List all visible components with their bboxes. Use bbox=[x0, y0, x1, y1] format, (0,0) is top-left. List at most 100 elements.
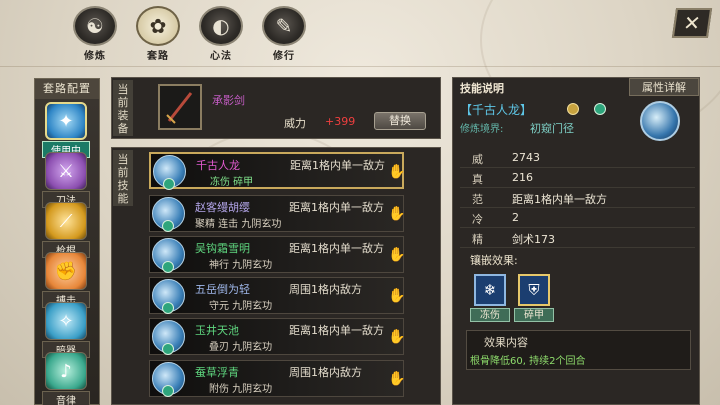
skill-large-icon bbox=[640, 101, 680, 141]
yin-yang-icon: ◐ bbox=[199, 6, 243, 46]
skill-row[interactable]: 吴钩霜雪明 神行 九阴玄功 距离1格内单一敌方 bbox=[149, 236, 404, 273]
skill-range: 距离1格内单一敌方 bbox=[290, 159, 385, 172]
skill-range: 周围1格内敌方 bbox=[289, 366, 362, 379]
effect-text: 根骨降低60, 持续2个回合 bbox=[470, 356, 586, 367]
stat-row: 范 距离1格内单一敌方 bbox=[460, 189, 695, 208]
lotus-icon: ✿ bbox=[136, 6, 180, 46]
swap-button[interactable]: 替换 bbox=[374, 112, 426, 130]
stat-key: 威 bbox=[472, 153, 483, 166]
close-button[interactable]: ✕ bbox=[671, 8, 713, 38]
shield-break-icon: ⛨ bbox=[528, 281, 540, 299]
tab-label: 修炼 bbox=[84, 51, 106, 62]
drag-handle-icon[interactable]: ✋ bbox=[384, 242, 410, 268]
skill-row[interactable]: 千古人龙 冻伤 碎甲 距离1格内单一敌方 bbox=[149, 152, 404, 190]
skill-effects: 神行 九阴玄功 bbox=[209, 260, 273, 271]
weapon-slot[interactable] bbox=[158, 84, 202, 130]
stat-key: 真 bbox=[472, 173, 483, 186]
stat-row: 冷 2 bbox=[460, 209, 695, 228]
skill-name: 赵客缦胡缨 bbox=[195, 201, 250, 214]
sidebar-title: 套路配置 bbox=[35, 79, 99, 99]
grade-badge-icon bbox=[162, 343, 174, 355]
effect-title: 效果内容 bbox=[484, 336, 528, 349]
header-divider bbox=[0, 66, 720, 67]
skill-row[interactable]: 赵客缦胡缨 聚精 连击 九阴玄功 距离1格内单一敌方 bbox=[149, 195, 404, 232]
skill-range: 距离1格内单一敌方 bbox=[289, 201, 384, 214]
detail-skill-name: 【千古人龙】 bbox=[460, 103, 533, 117]
stat-value: 2743 bbox=[512, 151, 540, 164]
tab-routines[interactable]: ✿ 套路 bbox=[133, 6, 183, 62]
tab-training[interactable]: ☯ 修炼 bbox=[70, 6, 120, 62]
gem-slot[interactable]: ⛨ bbox=[518, 274, 550, 306]
skill-name: 蚕草浮青 bbox=[195, 366, 239, 379]
skill-effects: 冻伤 碎甲 bbox=[210, 177, 254, 188]
skill-name: 五岳倒为轻 bbox=[195, 283, 250, 296]
stat-key: 冷 bbox=[472, 213, 483, 226]
grade-badge-icon bbox=[162, 302, 174, 314]
stat-value: 2 bbox=[512, 211, 519, 224]
skill-range: 距离1格内单一敌方 bbox=[289, 242, 384, 255]
stat-value: 距离1格内单一敌方 bbox=[512, 193, 607, 206]
grade-badge-icon bbox=[162, 385, 174, 397]
snowflake-icon: ❄ bbox=[483, 281, 497, 299]
skill-range: 周围1格内敌方 bbox=[289, 283, 362, 296]
stat-row: 威 2743 bbox=[460, 149, 695, 168]
stat-value: 216 bbox=[512, 171, 533, 184]
stat-key: 精 bbox=[472, 233, 483, 246]
tab-label: 套路 bbox=[147, 51, 169, 62]
weapon-name: 承影剑 bbox=[212, 94, 245, 107]
scroll-icon: ✎ bbox=[262, 6, 306, 46]
grade-badge-icon bbox=[594, 103, 606, 115]
drag-handle-icon[interactable]: ✋ bbox=[384, 201, 410, 227]
skill-name: 千古人龙 bbox=[196, 159, 240, 172]
compass-icon bbox=[567, 103, 579, 115]
inlay-effects-label: 镶嵌效果: bbox=[470, 254, 518, 267]
drag-handle-icon[interactable]: ✋ bbox=[384, 324, 410, 350]
grade-badge-icon bbox=[163, 178, 175, 190]
sidebar-item-hidden-weapon[interactable]: ✧ 暗器 bbox=[42, 302, 90, 358]
drag-handle-icon[interactable]: ✋ bbox=[384, 366, 410, 392]
stat-row: 精 剑术173 bbox=[460, 229, 695, 248]
skill-effects: 附伤 九阴玄功 bbox=[209, 384, 273, 395]
skill-row[interactable]: 玉井天池 叠刃 九阴玄功 距离1格内单一敌方 bbox=[149, 318, 404, 355]
sidebar-item-fist[interactable]: ✊ 搏击 bbox=[42, 252, 90, 308]
stat-key: 范 bbox=[472, 193, 483, 206]
skills-section-label: 当前技能 bbox=[113, 150, 133, 206]
music-icon: ♪ bbox=[45, 352, 87, 390]
sidebar-item-spear[interactable]: ⟋ 枪棍 bbox=[42, 202, 90, 258]
tab-label: 心法 bbox=[210, 51, 232, 62]
power-label: 威力 bbox=[284, 117, 306, 130]
gem-label: 碎甲 bbox=[514, 308, 554, 322]
gem-slot[interactable]: ❄ bbox=[474, 274, 506, 306]
fist-icon: ✊ bbox=[45, 252, 87, 290]
tab-practice[interactable]: ✎ 修行 bbox=[259, 6, 309, 62]
drag-handle-icon[interactable]: ✋ bbox=[384, 283, 410, 309]
gem-label: 冻伤 bbox=[470, 308, 510, 322]
power-value: +399 bbox=[325, 115, 356, 128]
skill-effects: 聚精 连击 九阴玄功 bbox=[195, 219, 282, 230]
equipment-section-label: 当前装备 bbox=[113, 80, 133, 136]
sidebar-item-in-use[interactable]: ✦ 使用中 bbox=[42, 102, 90, 158]
realm-value: 初窥门径 bbox=[530, 122, 574, 135]
tab-attribute-details[interactable]: 属性详解 bbox=[629, 78, 699, 96]
sidebar-item-label: 音律 bbox=[42, 391, 90, 405]
skill-row[interactable]: 蚕草浮青 附伤 九阴玄功 周围1格内敌方 bbox=[149, 360, 404, 397]
blade-burst-icon: ✦ bbox=[45, 102, 87, 140]
grade-badge-icon bbox=[162, 261, 174, 273]
sword-icon bbox=[166, 92, 193, 124]
sidebar-item-saber[interactable]: ⚔ 刀法 bbox=[42, 152, 90, 208]
saber-icon: ⚔ bbox=[45, 152, 87, 190]
spear-icon: ⟋ bbox=[45, 202, 87, 240]
dart-icon: ✧ bbox=[45, 302, 87, 340]
detail-title: 技能说明 bbox=[460, 82, 504, 95]
realm-label: 修炼境界: bbox=[460, 124, 504, 135]
skill-row[interactable]: 五岳倒为轻 守元 九阴玄功 周围1格内敌方 bbox=[149, 277, 404, 314]
tab-mind-method[interactable]: ◐ 心法 bbox=[196, 6, 246, 62]
sidebar-item-music[interactable]: ♪ 音律 bbox=[42, 352, 90, 405]
grade-badge-icon bbox=[162, 220, 174, 232]
tab-label: 修行 bbox=[273, 51, 295, 62]
skill-name: 吴钩霜雪明 bbox=[195, 242, 250, 255]
drag-handle-icon[interactable]: ✋ bbox=[384, 159, 410, 185]
stat-row: 真 216 bbox=[460, 169, 695, 188]
skill-effects: 守元 九阴玄功 bbox=[209, 301, 273, 312]
stat-value: 剑术173 bbox=[512, 233, 555, 246]
